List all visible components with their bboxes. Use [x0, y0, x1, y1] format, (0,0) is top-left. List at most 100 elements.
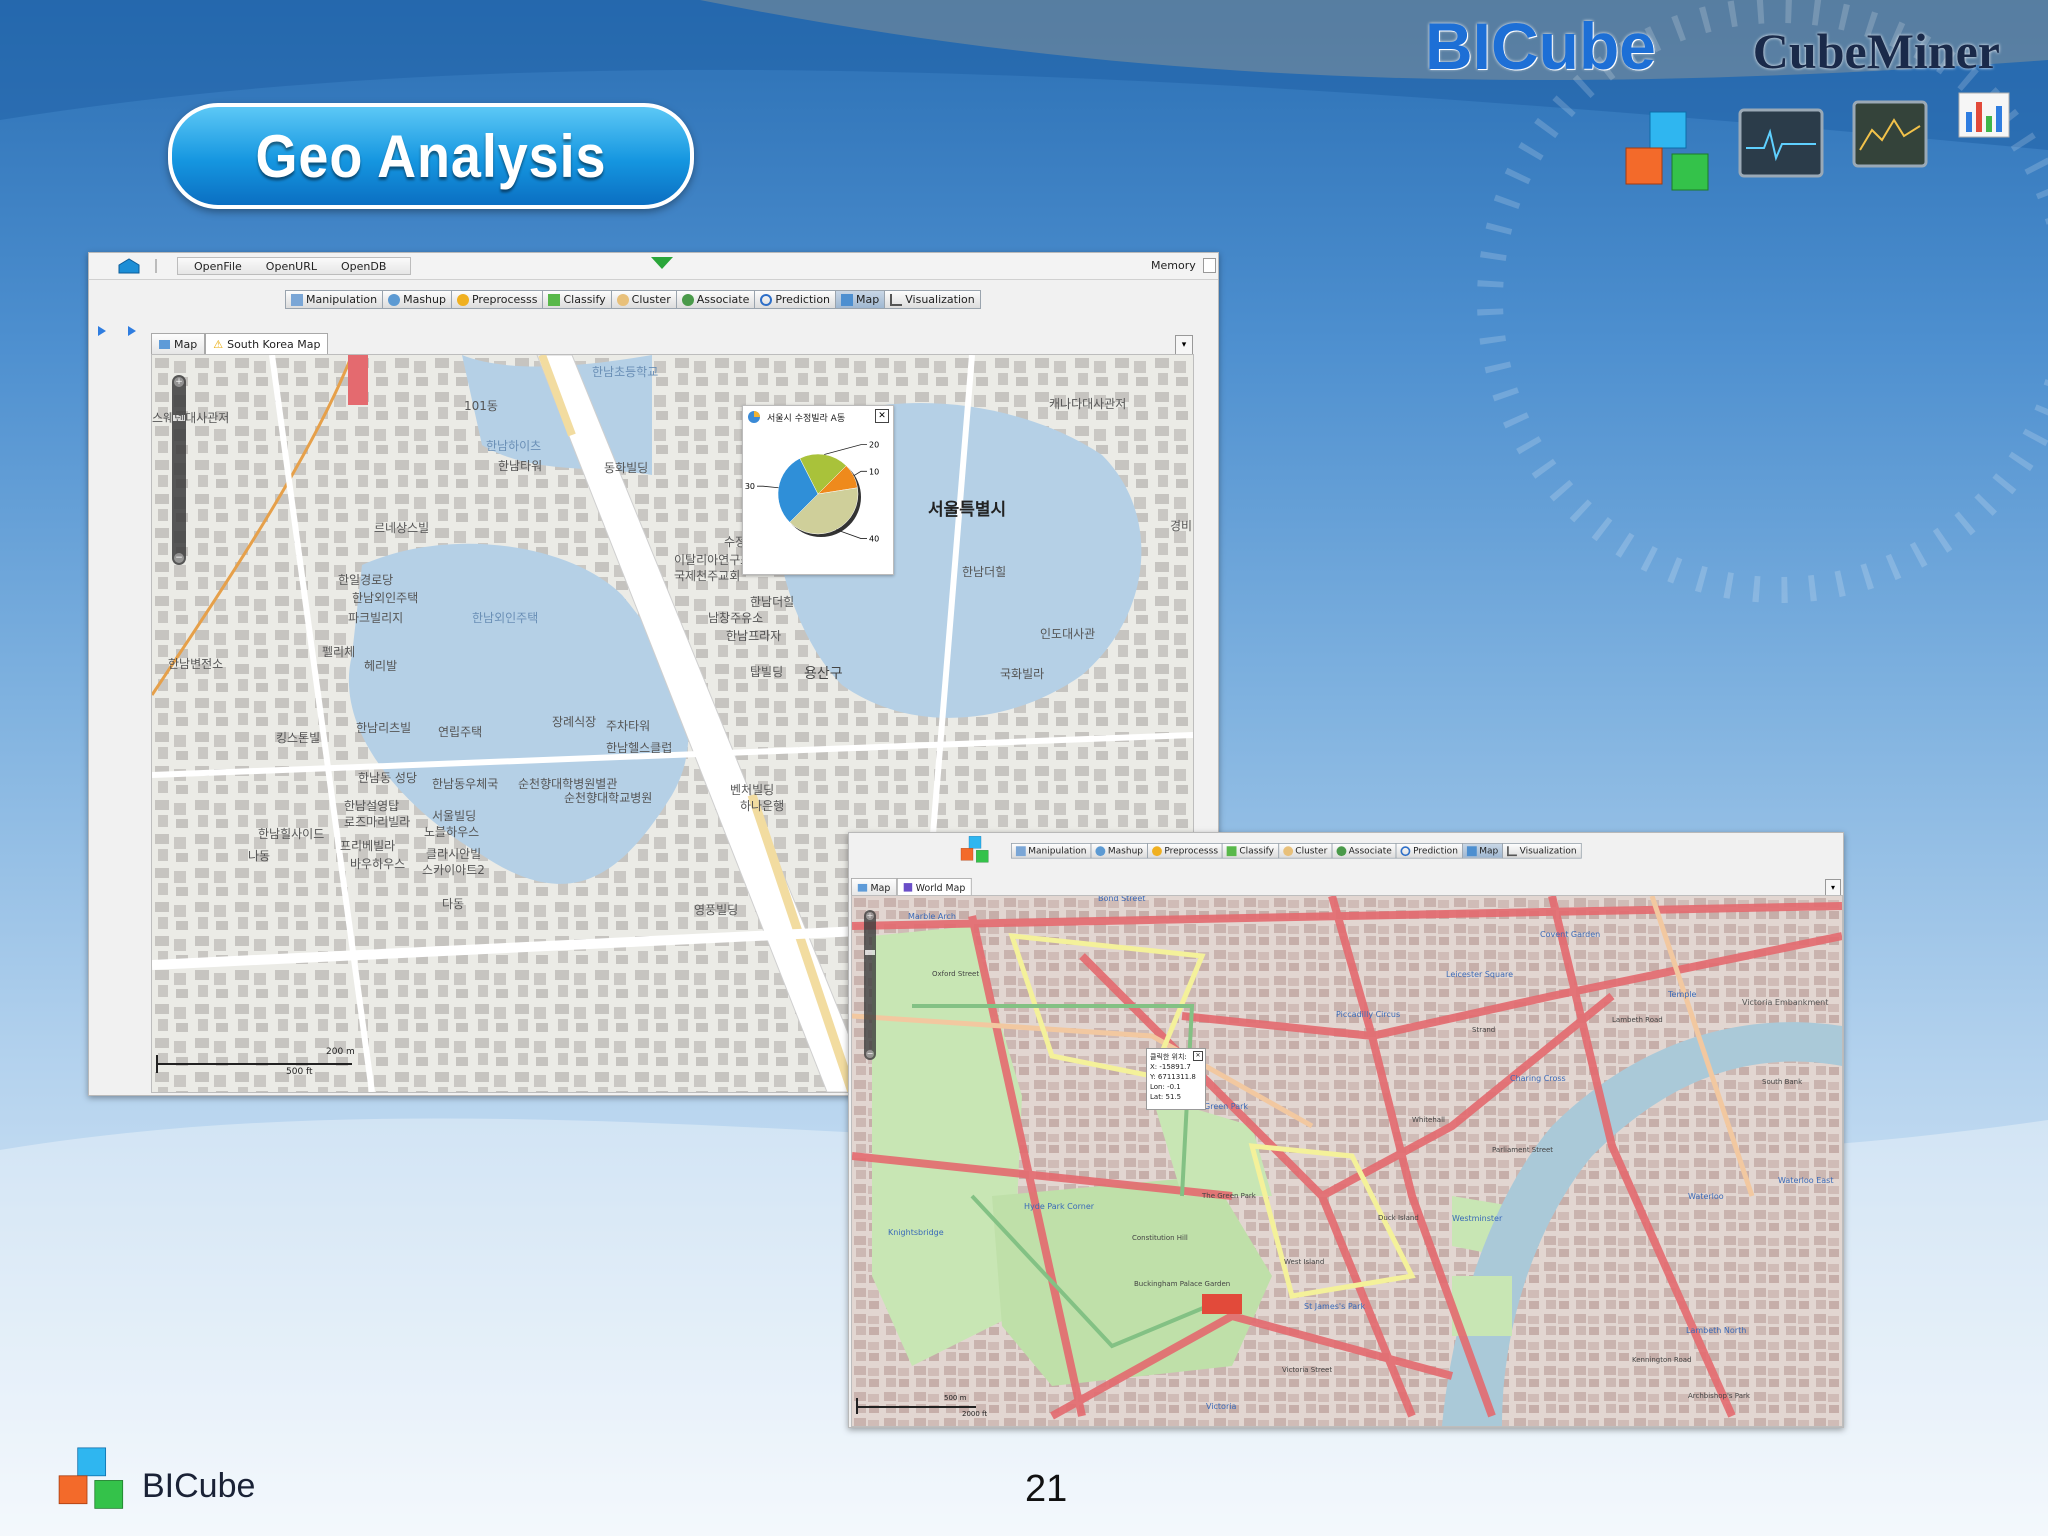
world-map-view[interactable]: + − Bond Street Covent Garden Leicester …	[851, 895, 1843, 1427]
menu-openurl[interactable]: OpenURL	[266, 260, 317, 273]
world-map-window: Manipulation Mashup Preprocesss Classify…	[848, 832, 1844, 1428]
map-label: Parliament Street	[1492, 1146, 1554, 1154]
tool-preprocess[interactable]: Preprocesss	[450, 290, 544, 309]
menu-bar: OpenFile OpenURL OpenDB Memory	[89, 253, 1218, 280]
tool-mashup[interactable]: Mashup	[1090, 843, 1148, 859]
map-label: West Island	[1284, 1258, 1325, 1266]
memory-label: Memory	[1151, 259, 1196, 272]
map-label: Lambeth Road	[1612, 1016, 1663, 1024]
map-label: 101동	[464, 399, 498, 413]
tool-associate[interactable]: Associate	[1331, 843, 1397, 859]
map-label: Westminster	[1452, 1214, 1503, 1223]
scale-imperial: 500 ft	[286, 1067, 313, 1077]
map-label: 스웨덴대사관저	[152, 411, 230, 425]
tab-dropdown-button[interactable]: ▾	[1825, 879, 1841, 896]
close-popup-button[interactable]: ✕	[1193, 1051, 1203, 1061]
map-label: Hyde Park Corner	[1024, 1202, 1095, 1211]
map-label: 남창주유소	[708, 611, 764, 625]
map-label: 한남더힐	[750, 595, 795, 609]
map-label: Archbishop's Park	[1688, 1392, 1750, 1400]
map-label: 킹스톤빌	[276, 731, 321, 745]
map-label: 연립주택	[438, 725, 483, 739]
tool-prediction[interactable]: Prediction	[754, 290, 837, 309]
tool-visualization[interactable]: Visualization	[884, 290, 981, 309]
map-label: 펠리체	[322, 645, 356, 659]
close-popup-button[interactable]: ✕	[875, 409, 889, 423]
tool-classify[interactable]: Classify	[542, 290, 612, 309]
map-label: 스카이아트2	[422, 863, 485, 877]
tab-map[interactable]: Map	[851, 878, 898, 896]
map-label: Duck Island	[1378, 1214, 1419, 1222]
map-label: St James's Park	[1304, 1302, 1366, 1311]
dropdown-arrow-icon[interactable]	[649, 255, 675, 271]
pie-tick-label: 10	[869, 467, 879, 476]
brand-logo-text: BICube	[1425, 9, 1656, 83]
tool-cluster[interactable]: Cluster	[1278, 843, 1333, 859]
tool-prediction[interactable]: Prediction	[1395, 843, 1463, 859]
tool-cluster[interactable]: Cluster	[610, 290, 677, 309]
tool-associate[interactable]: Associate	[675, 290, 756, 309]
map-label: 한남프라자	[726, 629, 782, 643]
map-label: 한남하이츠	[486, 439, 542, 453]
map-label: 장례식장	[552, 715, 597, 729]
zoom-in-button[interactable]: +	[866, 912, 874, 920]
collapse-arrow-icon[interactable]	[97, 325, 107, 337]
map-label: 한남힐사이드	[258, 827, 325, 841]
map-label: 한남동우체국	[432, 777, 499, 791]
tool-manipulation[interactable]: Manipulation	[1011, 843, 1092, 859]
tab-dropdown-button[interactable]: ▾	[1175, 335, 1193, 355]
map-scale: 500 m 2000 ft	[856, 1392, 996, 1422]
map-label: Oxford Street	[932, 970, 980, 978]
tab-world-map[interactable]: World Map	[897, 878, 973, 896]
map-label: 르네상스빌	[374, 521, 430, 535]
tool-mashup[interactable]: Mashup	[382, 290, 452, 309]
map-label: 나동	[248, 849, 271, 863]
map-label: 한남외인주택	[472, 611, 539, 625]
tab-south-korea-map[interactable]: ⚠ South Korea Map	[205, 333, 329, 354]
zoom-slider[interactable]: + −	[172, 375, 186, 565]
zoom-in-button[interactable]: +	[174, 377, 184, 387]
tool-map[interactable]: Map	[835, 290, 886, 309]
tool-manipulation[interactable]: Manipulation	[285, 290, 384, 309]
coordinate-lat: Lat: 51.5	[1150, 1093, 1182, 1101]
map-label: 한남외인주택	[352, 591, 419, 605]
cube-logo-icon	[1625, 111, 1709, 191]
tab-map[interactable]: Map	[151, 333, 206, 354]
tool-classify[interactable]: Classify	[1222, 843, 1279, 859]
toolbar: Manipulation Mashup Preprocesss Classify…	[1011, 843, 1582, 859]
tool-map[interactable]: Map	[1462, 843, 1504, 859]
zoom-out-button[interactable]: −	[174, 553, 184, 563]
slide-title-pill: Geo Analysis	[168, 103, 694, 209]
map-label: South Bank	[1762, 1078, 1803, 1086]
map-label: 헤리발	[364, 659, 398, 673]
map-label: 주차타워	[606, 719, 651, 733]
tool-preprocess[interactable]: Preprocesss	[1147, 843, 1223, 859]
map-label: Whitehall	[1412, 1116, 1445, 1124]
map-label: Covent Garden	[1540, 930, 1601, 939]
pie-leader-line	[824, 444, 867, 455]
pie-chart: 30 20 10 40	[745, 441, 879, 544]
footer-brand: BICube	[142, 1467, 256, 1505]
map-label: 클라시안빌	[426, 847, 482, 861]
map-label: 한남변전소	[168, 657, 224, 671]
zoom-out-button[interactable]: −	[866, 1050, 874, 1058]
menu-opendb[interactable]: OpenDB	[341, 260, 386, 273]
menu-openfile[interactable]: OpenFile	[194, 260, 242, 273]
zoom-handle[interactable]	[865, 950, 875, 955]
map-label: 하나은행	[740, 799, 785, 813]
map-label: Bond Street	[1098, 895, 1146, 903]
map-label: 동화빌딩	[604, 461, 649, 475]
file-menu-group: OpenFile OpenURL OpenDB	[177, 257, 411, 275]
app-home-icon[interactable]	[117, 257, 141, 275]
map-label: 경비	[1170, 519, 1193, 533]
pie-tick-label: 40	[869, 535, 879, 544]
tool-visualization[interactable]: Visualization	[1502, 843, 1582, 859]
memory-indicator	[1203, 258, 1216, 273]
expand-arrow-icon[interactable]	[127, 325, 137, 337]
page-number: 21	[1025, 1468, 1068, 1510]
map-tabs: Map World Map	[851, 878, 973, 896]
map-label: 캐나다대사관저	[1049, 397, 1127, 411]
zoom-slider[interactable]: + −	[864, 910, 876, 1060]
pie-tick-label: 20	[869, 441, 879, 450]
map-label: 한남더힐	[962, 565, 1007, 579]
